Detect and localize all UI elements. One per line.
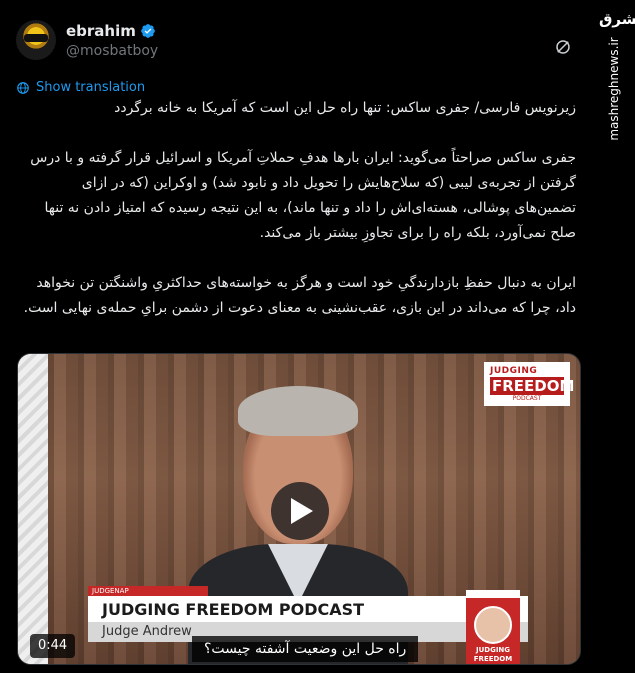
- tweet-paragraph-2: جفری ساکس صراحتاً می‌گوید: ایران بارها ه…: [30, 150, 576, 241]
- play-icon: [291, 498, 313, 524]
- logo-line-1: JUDGING: [490, 366, 538, 376]
- site-url: mashreghnews.ir: [607, 37, 621, 141]
- grok-icon[interactable]: [554, 38, 572, 56]
- verified-badge-icon: [141, 24, 155, 38]
- avatar-glasses: [24, 34, 48, 42]
- tweet-text: زیرنویس فارسی/ جفری ساکس: تنها راه حل ای…: [20, 96, 576, 321]
- tweet-header: ebrahim @mosbatboy: [16, 16, 576, 64]
- logo-line-2: FREEDOM: [490, 377, 575, 395]
- site-url-container: mashreghnews.ir: [597, 37, 631, 140]
- show-title: JUDGING FREEDOM PODCAST: [102, 600, 365, 619]
- badge-host-photo: [474, 606, 512, 644]
- globe-icon: [17, 81, 29, 94]
- display-name[interactable]: ebrahim: [66, 22, 136, 40]
- show-translation-row[interactable]: Show translation: [16, 80, 145, 95]
- judging-freedom-logo: JUDGING FREEDOM PODCAST: [484, 362, 575, 406]
- lower-third-tag: JUDGENAP: [88, 586, 208, 596]
- video-wall-pane: [18, 354, 48, 664]
- badge-top-bar: [466, 590, 520, 598]
- tweet-paragraph-1: زیرنویس فارسی/ جفری ساکس: تنها راه حل ای…: [114, 100, 576, 116]
- user-handle[interactable]: @mosbatboy: [66, 43, 158, 59]
- avatar[interactable]: [16, 20, 56, 60]
- badge-label: JUDGING FREEDOM: [473, 646, 513, 663]
- video-duration: 0:44: [30, 634, 76, 658]
- name-row: ebrahim: [66, 22, 156, 40]
- play-button[interactable]: [271, 482, 329, 540]
- video-subtitle: راه حل این وضعیت آشفته چیست؟: [192, 636, 419, 662]
- speaker-hair: [238, 386, 358, 436]
- logo-line-3: PODCAST: [512, 395, 542, 402]
- host-name: Judge Andrew: [102, 624, 192, 639]
- tweet-paragraph-3: ایران به دنبال حفظِ بازدارندگیِ خود است …: [23, 275, 576, 316]
- show-translation-link[interactable]: Show translation: [36, 80, 145, 95]
- watermark-strip: مشرق mashreghnews.ir: [593, 0, 635, 673]
- video-player[interactable]: JUDGING FREEDOM PODCAST JUDGENAP JUDGING…: [17, 353, 581, 665]
